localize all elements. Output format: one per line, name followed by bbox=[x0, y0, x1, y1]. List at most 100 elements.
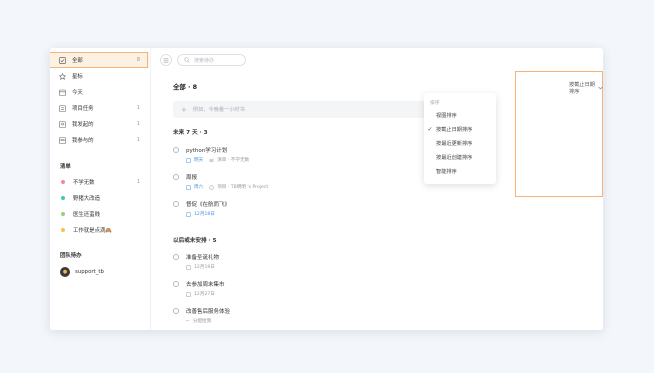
task-meta-text: 项目 · TB明明 's Project bbox=[217, 185, 269, 190]
sidebar-item-label: 全部 bbox=[72, 58, 83, 64]
task-due-date-text: 12月27日 bbox=[194, 292, 215, 297]
sidebar-item-label: 今天 bbox=[72, 90, 83, 96]
task-title: 督促《在航而飞》 bbox=[186, 202, 231, 208]
task-due-date: 12月18日 bbox=[186, 211, 215, 217]
list-color-dot bbox=[61, 180, 65, 184]
sidebar-item-count: 8 bbox=[136, 57, 140, 63]
sidebar-item-label: 星标 bbox=[72, 74, 83, 80]
task-meta-text: 分配给我 bbox=[192, 319, 212, 324]
sort-option-label: 按截止日期排序 bbox=[436, 127, 473, 133]
sort-option[interactable]: 视图排序 bbox=[424, 112, 496, 119]
menu-toggle-button[interactable] bbox=[160, 54, 172, 66]
task-checkbox[interactable] bbox=[173, 174, 179, 180]
sidebar-item-all[interactable]: 全部 8 bbox=[50, 52, 149, 68]
task-meta-text: 清单 · 不学无数 bbox=[217, 158, 250, 163]
app-window: 全部 8 星标 今天 项目任务 1 我发起的 1 我参与的 1 清单 不学无数 … bbox=[50, 48, 603, 330]
project-icon bbox=[209, 184, 214, 190]
user-plus-icon bbox=[59, 120, 66, 128]
search-icon bbox=[184, 57, 190, 63]
sidebar-item-created-by-me[interactable]: 我发起的 1 bbox=[50, 116, 149, 132]
task-assignee: ⌐ 分配给我 bbox=[186, 318, 212, 325]
task-meta: 清单 · 不学无数 bbox=[209, 157, 249, 163]
sidebar-item-starred[interactable]: 星标 bbox=[50, 68, 149, 84]
sidebar-item-count: 1 bbox=[136, 121, 140, 127]
task-due-date-text: 12月18日 bbox=[194, 212, 215, 217]
task-item[interactable]: 督促《在航而飞》 12月18日 bbox=[173, 200, 453, 217]
sidebar-item-count: 1 bbox=[136, 137, 140, 143]
page-title: 全部 · 8 bbox=[173, 83, 198, 91]
task-checkbox[interactable] bbox=[173, 201, 179, 207]
sort-dropdown-button[interactable]: 按截止日期排序 bbox=[569, 81, 603, 95]
team-section-title: 团队待办 bbox=[60, 253, 82, 259]
task-item[interactable]: 周报 周六 项目 · TB明明 's Project bbox=[173, 173, 453, 190]
task-checkbox[interactable] bbox=[173, 254, 179, 260]
sidebar-list-item[interactable]: 不学无数 1 bbox=[50, 174, 149, 190]
task-due-date-text: 明天 bbox=[194, 158, 204, 163]
list-icon bbox=[209, 158, 214, 163]
add-task-placeholder: 例如，今晚看一小时书 bbox=[192, 107, 245, 113]
main-content: 搜索待办 全部 · 8 + 例如，今晚看一小时书 未来 7 天 · 3 pyth… bbox=[151, 48, 603, 330]
sidebar-item-label: 我参与的 bbox=[72, 138, 94, 144]
sidebar-list-item[interactable]: 医生还蛮贱 bbox=[50, 206, 149, 222]
sidebar-item-label: 我发起的 bbox=[72, 122, 94, 128]
avatar: ● bbox=[60, 267, 70, 277]
sort-option-label: 按最近创建排序 bbox=[436, 155, 473, 161]
task-due-date: 周六 bbox=[186, 184, 203, 190]
task-checkbox[interactable] bbox=[173, 281, 179, 287]
calendar-icon bbox=[186, 291, 191, 297]
group-title: 以后或未安排 · 5 bbox=[173, 238, 217, 244]
sort-option-label: 按最近更新排序 bbox=[436, 141, 473, 147]
group-title: 未来 7 天 · 3 bbox=[173, 130, 208, 136]
list-label: 工作就是点滴🙈 bbox=[73, 228, 113, 234]
task-title: 改善售后服务体验 bbox=[186, 309, 231, 315]
chevron-down-icon bbox=[598, 86, 603, 90]
sidebar-item-count: 1 bbox=[136, 105, 140, 111]
sort-option[interactable]: 按最近创建排序 bbox=[424, 154, 496, 161]
task-title: 准备圣诞礼物 bbox=[186, 255, 220, 261]
check-icon: ✓ bbox=[427, 126, 433, 133]
calendar-icon bbox=[186, 184, 191, 190]
sort-option[interactable]: 按最近更新排序 bbox=[424, 140, 496, 147]
list-label: 不学无数 bbox=[73, 180, 95, 186]
calendar-icon bbox=[186, 157, 191, 163]
task-title: 周报 bbox=[186, 175, 198, 181]
task-checkbox[interactable] bbox=[173, 147, 179, 153]
task-item[interactable]: python学习计划 明天 清单 · 不学无数 bbox=[173, 146, 453, 163]
sidebar-item-project-tasks[interactable]: 项目任务 1 bbox=[50, 100, 149, 116]
sidebar-item-label: 项目任务 bbox=[72, 106, 94, 112]
task-due-date: 12月27日 bbox=[186, 291, 215, 297]
sidebar-item-participating[interactable]: 我参与的 1 bbox=[50, 132, 149, 148]
users-icon bbox=[59, 136, 66, 144]
list-color-dot bbox=[61, 228, 65, 232]
team-label: support_tb bbox=[75, 269, 104, 275]
calendar-icon bbox=[59, 89, 66, 96]
task-checkbox[interactable] bbox=[173, 308, 179, 314]
sort-menu: 排序 视图排序 ✓ 按截止日期排序 按最近更新排序 按最近创建排序 智能排序 bbox=[424, 93, 496, 184]
list-label: 野猪大改造 bbox=[73, 196, 100, 202]
sort-option-label: 智能排序 bbox=[436, 169, 457, 175]
task-title: python学习计划 bbox=[186, 148, 228, 154]
sidebar-item-today[interactable]: 今天 bbox=[50, 84, 149, 100]
task-item[interactable]: 改善售后服务体验 ⌐ 分配给我 bbox=[173, 307, 453, 324]
task-title: 去参加周末集市 bbox=[186, 282, 225, 288]
lists-section-title: 清单 bbox=[60, 164, 71, 170]
calendar-icon bbox=[186, 264, 191, 270]
sort-option[interactable]: ✓ 按截止日期排序 bbox=[424, 126, 496, 133]
task-item[interactable]: 准备圣诞礼物 12月19日 bbox=[173, 253, 453, 270]
task-due-date: 明天 bbox=[186, 157, 203, 163]
sidebar-team-item[interactable]: ● support_tb bbox=[50, 264, 149, 280]
list-label: 医生还蛮贱 bbox=[73, 212, 100, 218]
search-input[interactable]: 搜索待办 bbox=[177, 54, 246, 66]
task-item[interactable]: 去参加周末集市 12月27日 bbox=[173, 280, 453, 297]
hamburger-icon bbox=[163, 58, 169, 62]
sort-option[interactable]: 智能排序 bbox=[424, 168, 496, 175]
calendar-icon bbox=[186, 211, 191, 217]
task-due-date-text: 12月19日 bbox=[194, 265, 215, 270]
assign-icon: ⌐ bbox=[186, 318, 190, 324]
sidebar-list-item[interactable]: 野猪大改造 bbox=[50, 190, 149, 206]
sidebar-list-item[interactable]: 工作就是点滴🙈 bbox=[50, 222, 149, 238]
list-count: 1 bbox=[136, 179, 140, 185]
star-icon bbox=[59, 72, 66, 80]
sort-menu-header: 排序 bbox=[430, 101, 440, 106]
sort-option-label: 视图排序 bbox=[436, 113, 457, 119]
